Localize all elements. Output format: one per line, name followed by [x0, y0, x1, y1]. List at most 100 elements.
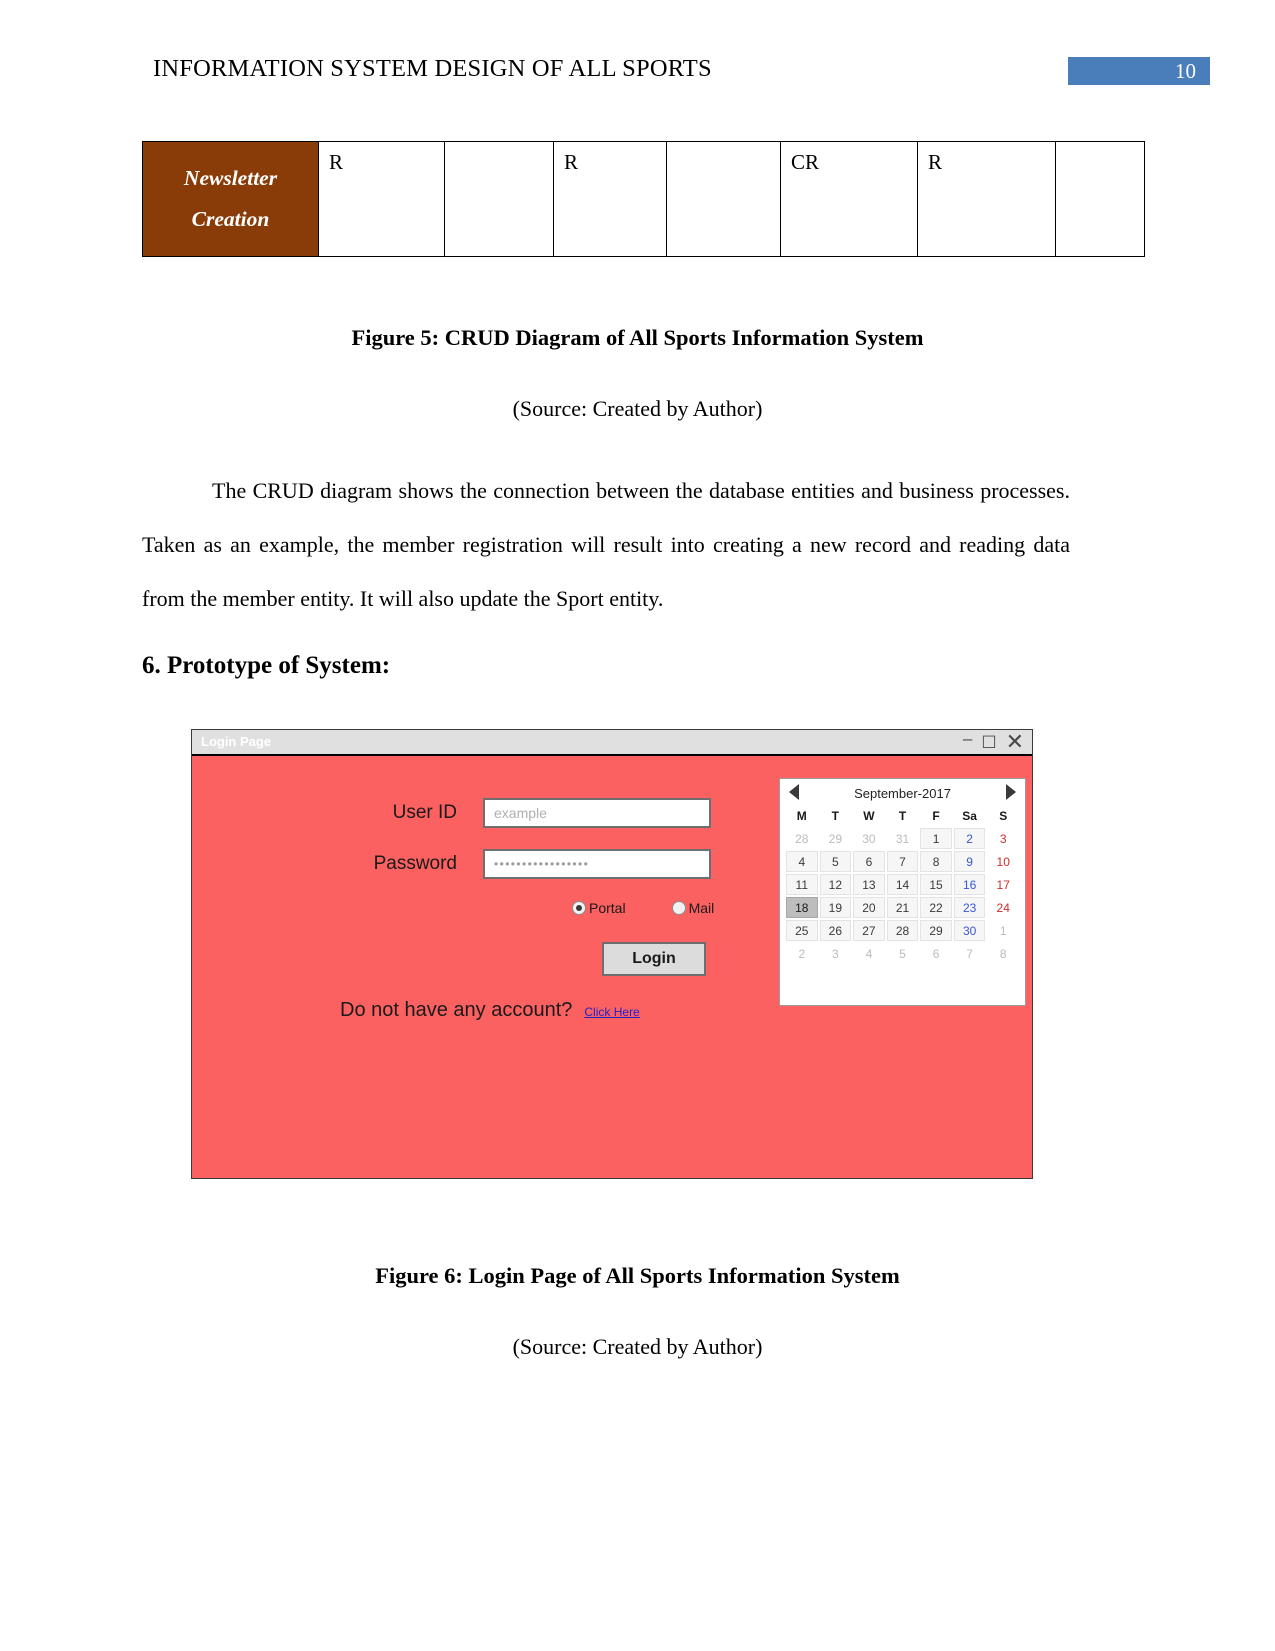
crud-cell-6: [1055, 141, 1145, 257]
calendar-day[interactable]: 30: [953, 920, 986, 941]
radio-mail-icon[interactable]: [671, 901, 686, 915]
body-paragraph: The CRUD diagram shows the connection be…: [142, 478, 1070, 611]
calendar-day[interactable]: 18: [786, 897, 818, 918]
calendar-day[interactable]: 7: [953, 943, 986, 964]
radio-mail-label: Mail: [688, 900, 715, 916]
minimize-icon[interactable]: –: [963, 730, 972, 747]
calendar-weekday-5: Sa: [962, 809, 977, 823]
figure6-source: (Source: Created by Author): [512, 1334, 763, 1359]
crud-cell-0: R: [318, 141, 445, 257]
login-page-mockup: Login Page – ☐ ✕ User ID example Passwor…: [191, 729, 1033, 1179]
calendar-weekday-3: T: [898, 809, 907, 823]
calendar-day[interactable]: 29: [920, 920, 952, 941]
calendar-weekday-1: T: [831, 809, 840, 823]
password-label: Password: [373, 853, 457, 874]
crud-row-label: Newsletter Creation: [142, 141, 319, 257]
radio-option-mail[interactable]: Mail: [671, 900, 715, 916]
calendar-day[interactable]: 2: [953, 828, 986, 849]
calendar-day[interactable]: 2: [786, 943, 818, 964]
calendar-day[interactable]: 30: [853, 828, 885, 849]
calendar-day[interactable]: 1: [920, 828, 952, 849]
section-heading: 6. Prototype of System:: [142, 652, 391, 679]
crud-row-label-line2: Creation: [191, 207, 270, 231]
crud-row-label-line1: Newsletter: [183, 165, 278, 190]
calendar-day[interactable]: 14: [886, 874, 919, 895]
calendar-weekday-4: F: [932, 809, 940, 823]
calendar-day[interactable]: 8: [987, 943, 1019, 964]
window-titlebar: Login Page – ☐ ✕: [192, 730, 1032, 756]
user-id-label: User ID: [392, 802, 457, 823]
calendar-weekday-row: M T W T F Sa S: [780, 807, 1025, 828]
calendar-day[interactable]: 25: [786, 920, 818, 941]
calendar-day[interactable]: 1: [987, 920, 1019, 941]
page-number: 10: [1175, 59, 1196, 83]
calendar-day[interactable]: 23: [953, 897, 986, 918]
calendar-day[interactable]: 3: [819, 943, 852, 964]
calendar-day[interactable]: 17: [987, 874, 1019, 895]
calendar-day[interactable]: 26: [819, 920, 852, 941]
signup-link[interactable]: Click Here: [584, 1005, 639, 1019]
calendar-prev-month-icon[interactable]: [789, 784, 799, 800]
radio-option-portal[interactable]: Portal: [572, 900, 626, 916]
maximize-icon[interactable]: ☐: [981, 734, 996, 751]
user-id-input[interactable]: example: [483, 798, 711, 828]
password-value: •••••••••••••••••: [494, 857, 590, 871]
calendar-day[interactable]: 4: [853, 943, 885, 964]
calendar-day[interactable]: 6: [853, 851, 885, 872]
calendar-day-grid: 28 29 30 31 1 2 3 4 5 6 7 8 9 10 11 12 13 14 15 16 17 18 19 20 2…: [780, 828, 1025, 964]
document-header-title: INFORMATION SYSTEM DESIGN OF ALL SPORTS: [153, 55, 712, 82]
login-button[interactable]: Login: [602, 942, 706, 976]
calendar-day[interactable]: 22: [920, 897, 952, 918]
calendar-day[interactable]: 31: [886, 828, 919, 849]
figure5-source: (Source: Created by Author): [512, 396, 763, 421]
page-number-badge: 10: [1068, 57, 1210, 85]
calendar-weekday-0: M: [796, 809, 807, 823]
calendar-day[interactable]: 28: [886, 920, 919, 941]
document-header: INFORMATION SYSTEM DESIGN OF ALL SPORTS …: [0, 0, 1275, 110]
window-controls: – ☐ ✕: [963, 730, 1024, 754]
calendar-day[interactable]: 28: [786, 828, 818, 849]
calendar-day[interactable]: 10: [987, 851, 1019, 872]
signup-prompt-row: Do not have any account? Click Here: [340, 999, 640, 1022]
calendar-header: September-2017: [780, 779, 1025, 807]
user-id-row: User ID example: [347, 798, 711, 828]
calendar-day[interactable]: 4: [786, 851, 818, 872]
calendar-day[interactable]: 5: [819, 851, 852, 872]
password-input[interactable]: •••••••••••••••••: [483, 849, 711, 879]
calendar-day[interactable]: 7: [886, 851, 919, 872]
calendar-day[interactable]: 5: [886, 943, 919, 964]
crud-cell-1: [444, 141, 554, 257]
calendar-day[interactable]: 15: [920, 874, 952, 895]
login-type-radio-group: Portal Mail: [572, 900, 714, 916]
calendar-day[interactable]: 8: [920, 851, 952, 872]
calendar-day[interactable]: 20: [853, 897, 885, 918]
calendar-day[interactable]: 6: [920, 943, 952, 964]
crud-cell-3: [666, 141, 781, 257]
user-id-placeholder: example: [494, 805, 547, 821]
calendar-day[interactable]: 12: [819, 874, 852, 895]
calendar-day[interactable]: 19: [819, 897, 852, 918]
calendar-day[interactable]: 11: [786, 874, 818, 895]
calendar-day[interactable]: 21: [886, 897, 919, 918]
calendar-day[interactable]: 27: [853, 920, 885, 941]
calendar-day[interactable]: 16: [953, 874, 986, 895]
signup-prompt-text: Do not have any account?: [340, 999, 573, 1021]
radio-portal-icon[interactable]: [572, 901, 586, 915]
crud-table: Newsletter Creation R R CR R: [142, 141, 1145, 257]
crud-cell-4: CR: [780, 141, 918, 257]
calendar-day[interactable]: 24: [987, 897, 1019, 918]
calendar-day[interactable]: 9: [953, 851, 986, 872]
figure5-caption: Figure 5: CRUD Diagram of All Sports Inf…: [351, 325, 924, 350]
calendar-day[interactable]: 13: [853, 874, 885, 895]
radio-portal-label: Portal: [589, 900, 626, 916]
figure6-caption: Figure 6: Login Page of All Sports Infor…: [375, 1263, 900, 1288]
close-icon[interactable]: ✕: [1006, 731, 1024, 753]
calendar-day[interactable]: 29: [819, 828, 852, 849]
window-title: Login Page: [201, 734, 272, 749]
calendar-weekday-2: W: [863, 809, 875, 823]
table-row: Newsletter Creation R R CR R: [142, 141, 1145, 257]
crud-cell-2: R: [553, 141, 667, 257]
calendar-day[interactable]: 3: [987, 828, 1019, 849]
calendar-title: September-2017: [854, 785, 951, 801]
calendar-next-month-icon[interactable]: [1006, 784, 1016, 800]
